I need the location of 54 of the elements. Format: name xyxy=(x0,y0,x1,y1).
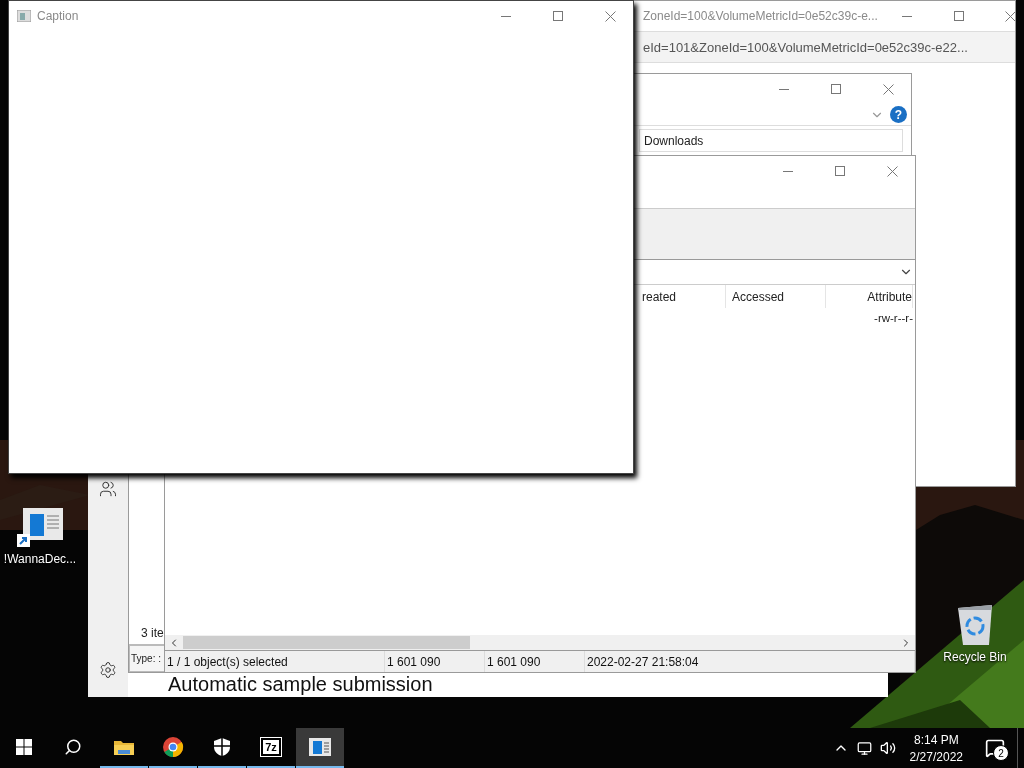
shield-icon xyxy=(213,737,231,757)
shortcut-icon xyxy=(17,508,63,548)
clock[interactable]: 8:14 PM 2/27/2022 xyxy=(899,728,973,768)
help-icon[interactable]: ? xyxy=(890,106,907,123)
close-icon xyxy=(886,165,898,177)
people-icon[interactable] xyxy=(99,480,117,498)
column-header[interactable]: Accessed xyxy=(726,285,826,308)
folder-icon xyxy=(113,738,135,756)
notifications-icon xyxy=(985,738,1005,758)
section-heading: Automatic sample submission xyxy=(168,672,434,696)
column-header[interactable]: reated xyxy=(638,285,726,308)
status-text: 3 ite xyxy=(141,626,164,640)
network-icon xyxy=(856,740,872,756)
close-icon xyxy=(1005,10,1015,22)
windows-logo-icon xyxy=(16,739,32,755)
maximize-icon xyxy=(553,11,563,21)
recycle-bin-icon xyxy=(955,602,995,646)
chrome-icon xyxy=(162,736,184,758)
minimize-icon xyxy=(901,15,912,17)
status-text: 1 601 090 xyxy=(485,651,585,672)
close-icon xyxy=(604,10,616,22)
address-bar[interactable]: Downloads xyxy=(639,129,903,152)
taskbar-app[interactable] xyxy=(296,728,344,768)
details-text: Type: : xyxy=(131,653,161,664)
status-text: 1 / 1 object(s) selected xyxy=(165,651,385,672)
clock-time: 8:14 PM xyxy=(913,732,959,747)
maximize-icon xyxy=(831,84,841,94)
clock-date: 2/27/2022 xyxy=(909,749,963,764)
column-header[interactable]: Attribute xyxy=(826,285,913,308)
maximize-icon xyxy=(835,166,845,176)
status-text: 2022-02-27 21:58:04 xyxy=(585,651,915,672)
maximize-icon xyxy=(953,11,964,21)
settings-icon[interactable] xyxy=(99,661,117,679)
volume-icon xyxy=(879,740,896,756)
minimize-icon xyxy=(501,15,511,17)
search-icon xyxy=(64,738,82,756)
desktop-icon-label[interactable]: !WannaDec... xyxy=(3,552,77,566)
address-text: Downloads xyxy=(644,133,704,148)
table-cell-text: -rw-r--r- xyxy=(873,311,913,326)
minimize-icon xyxy=(779,88,789,90)
window-app-icon xyxy=(309,738,331,756)
minimize-icon xyxy=(783,170,793,172)
window-title: ZoneId=100&VolumeMetricId=0e52c39c-e... xyxy=(643,9,878,23)
notification-count: 2 xyxy=(993,745,1009,761)
horizontal-scrollbar[interactable] xyxy=(165,635,915,650)
window-app-icon xyxy=(17,10,31,22)
close-icon xyxy=(882,83,894,95)
desktop-icon-label[interactable]: Recycle Bin xyxy=(943,650,1007,664)
archiver-icon: 7z xyxy=(261,738,281,756)
notifications-button[interactable]: 2 xyxy=(973,728,1017,768)
window-title: Caption xyxy=(37,9,80,23)
taskbar-app[interactable]: 7z xyxy=(247,728,295,768)
scrollbar-thumb[interactable] xyxy=(183,636,470,649)
status-text: 1 601 090 xyxy=(385,651,485,672)
